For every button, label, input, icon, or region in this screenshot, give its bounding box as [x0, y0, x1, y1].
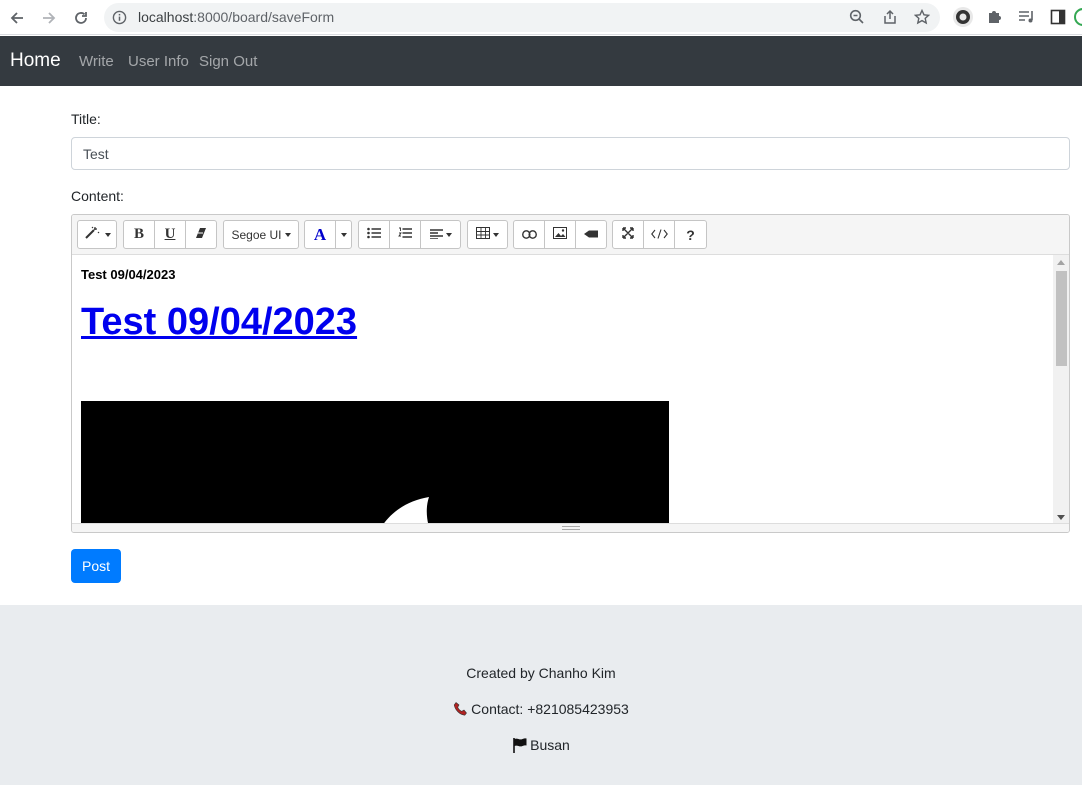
align-dropdown-button[interactable]	[420, 220, 461, 249]
code-view-button[interactable]	[643, 220, 675, 249]
font-color-button[interactable]: A	[304, 220, 336, 249]
content-embedded-image[interactable]	[81, 401, 669, 525]
font-family-value: Segoe UI	[231, 227, 282, 242]
video-button[interactable]	[575, 220, 607, 249]
flag-icon	[513, 738, 527, 753]
page-footer: Created by Chanho Kim Contact: +82108542…	[0, 605, 1082, 785]
bold-button[interactable]: B	[123, 220, 155, 249]
picture-icon	[553, 227, 567, 242]
table-dropdown-button[interactable]	[467, 220, 508, 249]
unordered-list-icon	[367, 227, 381, 242]
browser-toolbar: localhost:8000/board/saveForm	[0, 0, 1082, 35]
scroll-up-arrow-icon[interactable]	[1057, 260, 1065, 265]
scroll-down-arrow-icon[interactable]	[1057, 515, 1065, 520]
footer-location-text: Busan	[530, 737, 570, 753]
zoom-icon[interactable]	[849, 9, 865, 30]
editor-scrollbar[interactable]	[1053, 255, 1069, 525]
eraser-icon	[195, 227, 207, 242]
footer-contact: Contact: +821085423953	[0, 701, 1082, 717]
forward-icon[interactable]	[37, 6, 61, 30]
underline-icon: U	[164, 226, 176, 242]
link-icon	[521, 227, 537, 242]
share-icon[interactable]	[882, 9, 898, 30]
footer-location: Busan	[0, 737, 1082, 753]
url-host: localhost	[138, 9, 194, 25]
font-color-icon: A	[313, 224, 327, 244]
content-label: Content:	[71, 188, 124, 204]
magic-wand-icon	[84, 226, 102, 243]
link-button[interactable]	[513, 220, 545, 249]
color-dropdown-button[interactable]	[335, 220, 352, 249]
footer-contact-text: Contact: +821085423953	[471, 701, 629, 717]
nav-write-link[interactable]: Write	[79, 53, 114, 70]
content-heading-link[interactable]: Test 09/04/2023	[81, 301, 357, 344]
profile-extension-icon[interactable]	[952, 6, 974, 33]
color-caret-icon	[340, 232, 347, 237]
style-button[interactable]	[77, 220, 117, 249]
nav-user-info-link[interactable]: User Info	[128, 53, 189, 70]
extensions-puzzle-icon[interactable]	[986, 8, 1004, 31]
url-path: :8000/board/saveForm	[193, 9, 335, 25]
underline-button[interactable]: U	[154, 220, 186, 249]
url-text: localhost:8000/board/saveForm	[138, 9, 334, 25]
code-view-icon	[650, 227, 668, 242]
resize-grip-icon	[562, 526, 580, 530]
post-button[interactable]: Post	[71, 549, 121, 583]
clear-format-button[interactable]	[185, 220, 217, 249]
title-label: Title:	[71, 111, 101, 127]
ordered-list-button[interactable]	[389, 220, 421, 249]
reload-icon[interactable]	[69, 6, 93, 30]
side-panel-icon[interactable]	[1050, 9, 1066, 30]
footer-created-by: Created by Chanho Kim	[466, 665, 616, 681]
phone-icon	[454, 702, 468, 716]
home-link[interactable]: Home	[10, 50, 61, 72]
editor-resize-handle[interactable]	[72, 523, 1069, 532]
picture-button[interactable]	[544, 220, 576, 249]
unordered-list-button[interactable]	[358, 220, 390, 249]
scroll-thumb[interactable]	[1056, 271, 1067, 366]
align-icon	[429, 227, 443, 242]
help-icon: ?	[686, 226, 695, 243]
table-icon	[476, 227, 490, 242]
bold-icon: B	[133, 226, 144, 242]
help-button[interactable]: ?	[674, 220, 707, 249]
video-icon	[584, 227, 598, 242]
top-navbar: Home Write User Info Sign Out	[0, 36, 1082, 86]
ordered-list-icon	[398, 227, 412, 242]
site-info-icon[interactable]	[112, 10, 127, 30]
rich-text-editor: B U Segoe UI A ? Test 09/04/2023 Test 09…	[71, 214, 1070, 533]
fullscreen-icon	[622, 227, 634, 242]
font-family-dropdown[interactable]: Segoe UI	[223, 220, 299, 249]
profile-avatar-icon[interactable]	[1074, 8, 1082, 31]
editor-content-area[interactable]: Test 09/04/2023 Test 09/04/2023	[72, 255, 1054, 525]
back-icon[interactable]	[5, 6, 29, 30]
bookmark-star-icon[interactable]	[913, 8, 931, 30]
editor-toolbar: B U Segoe UI A ?	[72, 215, 1069, 255]
reading-list-icon[interactable]	[1018, 9, 1036, 30]
title-input[interactable]	[71, 137, 1070, 170]
content-text-line: Test 09/04/2023	[81, 267, 176, 282]
nav-sign-out-link[interactable]: Sign Out	[199, 53, 257, 70]
address-bar[interactable]: localhost:8000/board/saveForm	[104, 3, 940, 32]
fullscreen-button[interactable]	[612, 220, 644, 249]
